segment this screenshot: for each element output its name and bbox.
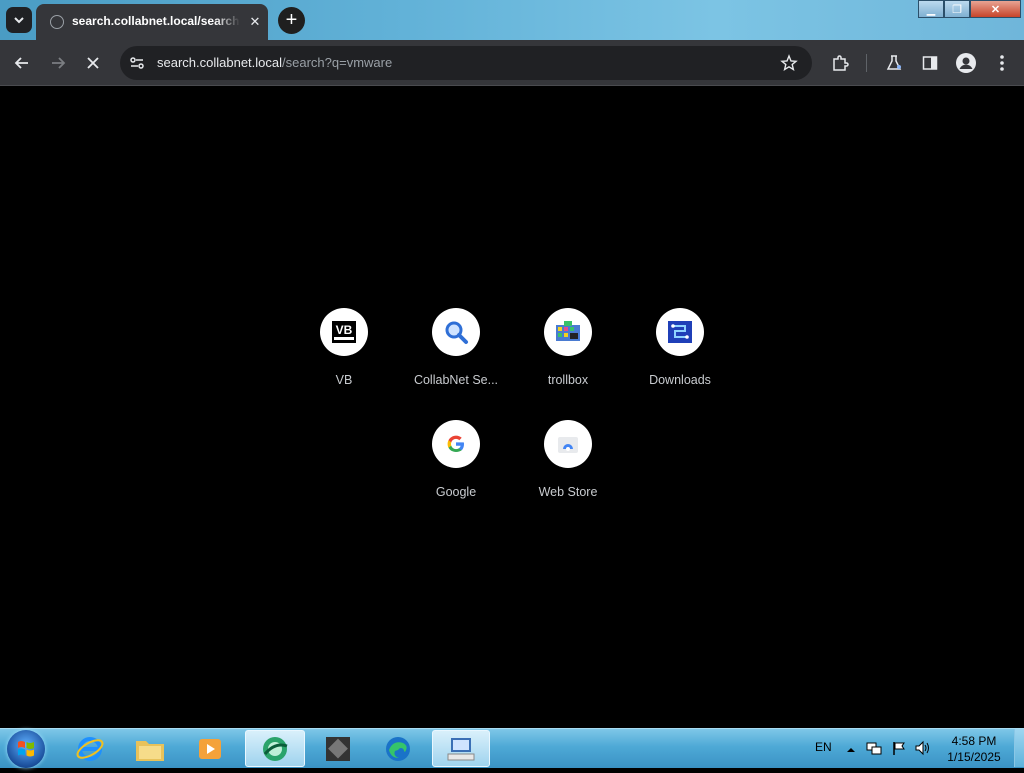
shortcut-google[interactable]: Google bbox=[406, 420, 506, 520]
side-panel-icon bbox=[922, 56, 938, 70]
browser-app-icon bbox=[263, 736, 288, 761]
tab-strip: search.collabnet.local/search?q=vmware ✕… bbox=[0, 0, 1024, 40]
vb-icon-wrap: VB bbox=[320, 308, 368, 356]
google-icon bbox=[447, 435, 464, 452]
taskbar-explorer[interactable] bbox=[122, 730, 178, 767]
taskbar-clock[interactable]: 4:58 PM 1/15/2025 bbox=[935, 733, 1013, 765]
media-player-icon bbox=[199, 738, 221, 759]
server-app-icon bbox=[326, 736, 350, 761]
close-window-button[interactable]: ✕ bbox=[970, 0, 1021, 18]
url-host: search.collabnet.local bbox=[157, 55, 283, 70]
windows-logo-icon bbox=[18, 741, 34, 757]
forward-button[interactable] bbox=[46, 51, 70, 75]
profile-button[interactable] bbox=[954, 51, 978, 75]
forward-arrow-icon bbox=[52, 57, 66, 69]
site-info-icon[interactable] bbox=[128, 54, 146, 77]
network-icon[interactable] bbox=[866, 740, 882, 761]
search-magnifier-icon bbox=[445, 321, 468, 344]
internet-explorer-icon bbox=[76, 736, 104, 761]
action-center-flag-icon[interactable] bbox=[891, 740, 907, 761]
show-desktop-button[interactable] bbox=[1014, 729, 1024, 767]
tab-title: search.collabnet.local/search?q=vmware bbox=[72, 14, 240, 28]
folder-icon bbox=[136, 740, 164, 761]
taskbar-remote-desktop[interactable] bbox=[432, 730, 490, 767]
shortcut-label: Web Store bbox=[538, 485, 598, 499]
vb-icon: VB bbox=[332, 321, 356, 343]
flask-icon bbox=[886, 55, 902, 70]
extensions-button[interactable] bbox=[828, 51, 852, 75]
volume-icon[interactable] bbox=[914, 740, 932, 761]
web-store-icon-wrap bbox=[544, 420, 592, 468]
puzzle-icon bbox=[833, 55, 849, 71]
start-button[interactable] bbox=[7, 730, 45, 768]
show-hidden-icons-icon[interactable] bbox=[846, 742, 856, 760]
menu-button[interactable] bbox=[990, 51, 1014, 75]
new-tab-button[interactable]: + bbox=[278, 7, 305, 34]
shortcut-label: trollbox bbox=[547, 373, 589, 387]
url-path: /search?q=vmware bbox=[282, 55, 393, 70]
edge-icon bbox=[386, 736, 410, 761]
collabnet-icon-wrap bbox=[432, 308, 480, 356]
trollbox-icon-wrap bbox=[544, 308, 592, 356]
clock-time: 4:58 PM bbox=[951, 734, 997, 748]
stop-loading-button[interactable] bbox=[81, 51, 105, 75]
shortcut-web-store[interactable]: Web Store bbox=[518, 420, 618, 520]
toolbar-divider bbox=[866, 54, 867, 72]
taskbar: EN 4:58 PM 1/15/2025 bbox=[0, 728, 1024, 768]
labs-button[interactable] bbox=[882, 51, 906, 75]
tab-search-button[interactable] bbox=[6, 7, 32, 33]
shortcut-label: Google bbox=[435, 485, 477, 499]
shortcut-vb[interactable]: VB VB bbox=[294, 308, 394, 408]
loading-favicon-icon bbox=[50, 15, 64, 29]
back-arrow-icon bbox=[14, 57, 28, 69]
back-button[interactable] bbox=[10, 51, 34, 75]
close-icon bbox=[87, 57, 99, 69]
remote-desktop-icon bbox=[447, 737, 475, 760]
side-panel-button[interactable] bbox=[918, 51, 942, 75]
downloads-icon bbox=[668, 321, 692, 343]
address-bar[interactable]: search.collabnet.local/search?q=vmware bbox=[120, 46, 812, 80]
chevron-down-icon bbox=[14, 17, 24, 24]
window-controls: ▁ ❐ ✕ bbox=[918, 0, 1021, 18]
shortcut-downloads[interactable]: Downloads bbox=[630, 308, 730, 408]
shortcut-trollbox[interactable]: trollbox bbox=[518, 308, 618, 408]
active-tab[interactable]: search.collabnet.local/search?q=vmware ✕ bbox=[36, 4, 268, 40]
shortcut-label: CollabNet Se... bbox=[413, 373, 499, 387]
web-store-icon bbox=[558, 437, 578, 453]
taskbar-ie[interactable] bbox=[62, 730, 118, 767]
avatar-icon bbox=[956, 53, 976, 73]
taskbar-app-server[interactable] bbox=[310, 730, 366, 767]
browser-toolbar: search.collabnet.local/search?q=vmware bbox=[0, 40, 1024, 86]
taskbar-browser[interactable] bbox=[245, 730, 305, 767]
maximize-button[interactable]: ❐ bbox=[944, 0, 970, 18]
svg-text:VB: VB bbox=[336, 323, 353, 337]
shortcut-label: Downloads bbox=[649, 373, 711, 387]
language-indicator[interactable]: EN bbox=[815, 740, 832, 754]
taskbar-media-player[interactable] bbox=[182, 730, 238, 767]
taskbar-edge[interactable] bbox=[370, 730, 426, 767]
shortcut-collabnet-search[interactable]: CollabNet Se... bbox=[406, 308, 506, 408]
page-content: VB VB CollabNet Se... trollbox Downloads… bbox=[0, 86, 1024, 728]
more-vert-icon bbox=[1000, 55, 1004, 71]
shortcut-label: VB bbox=[335, 373, 353, 387]
trollbox-icon bbox=[556, 321, 580, 341]
bookmark-star-icon[interactable] bbox=[780, 54, 798, 77]
downloads-icon-wrap bbox=[656, 308, 704, 356]
minimize-button[interactable]: ▁ bbox=[918, 0, 944, 18]
google-icon-wrap bbox=[432, 420, 480, 468]
url-text: search.collabnet.local/search?q=vmware bbox=[157, 55, 392, 70]
clock-date: 1/15/2025 bbox=[947, 750, 1001, 764]
tab-close-icon[interactable]: ✕ bbox=[246, 13, 264, 31]
